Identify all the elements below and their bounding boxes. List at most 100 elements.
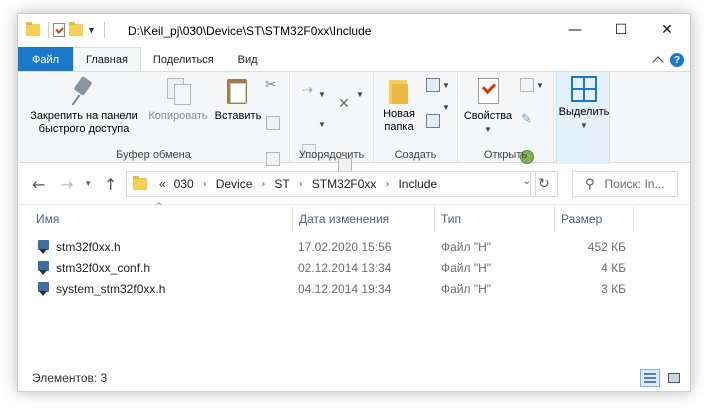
open-icon[interactable]: [520, 78, 534, 92]
collapse-ribbon-icon[interactable]: [652, 56, 664, 68]
search-box[interactable]: ⚲ Поиск: In...: [572, 171, 678, 197]
forward-icon[interactable]: →: [60, 175, 73, 194]
details-view-button[interactable]: [640, 369, 660, 387]
chevron-down-icon[interactable]: ▼: [536, 81, 544, 90]
copy-button[interactable]: Копировать: [144, 76, 212, 123]
file-row[interactable]: system_stm32f0xx.h 04.12.2014 19:34 Файл…: [18, 278, 690, 299]
new-group-label: Создать: [394, 149, 437, 161]
group-clipboard: Закрепить на панели быстрого доступа Коп…: [18, 72, 290, 166]
close-button[interactable]: ✕: [644, 14, 690, 46]
file-date: 02.12.2014 13:34: [298, 260, 392, 275]
chevron-down-icon: ▼: [580, 121, 588, 130]
folder-icon: [133, 176, 147, 190]
new-folder-button[interactable]: Новая папка: [376, 76, 422, 134]
tab-share[interactable]: Поделиться: [141, 47, 226, 72]
separator: [48, 22, 49, 38]
tab-view[interactable]: Вид: [226, 47, 270, 72]
refresh-icon: ↻: [538, 176, 550, 192]
move-to-icon[interactable]: [302, 83, 316, 100]
breadcrumb-item-st[interactable]: ST: [274, 177, 289, 191]
clipboard-group-label: Буфер обмена: [116, 149, 191, 161]
recent-locations-icon[interactable]: ▾: [86, 179, 91, 189]
file-type: Файл "H": [441, 260, 492, 275]
select-label: Выделить: [558, 106, 610, 118]
ribbon: Закрепить на панели быстрого доступа Коп…: [18, 71, 690, 172]
tab-file[interactable]: Файл: [18, 47, 74, 72]
properties-button[interactable]: Свойства ▼: [460, 76, 516, 136]
column-type[interactable]: Тип: [434, 206, 554, 232]
file-name: stm32f0xx.h: [56, 239, 121, 254]
minimize-button[interactable]: —: [552, 14, 598, 46]
up-icon[interactable]: ↑: [104, 175, 117, 194]
copy-icon: [165, 76, 191, 106]
chevron-right-icon[interactable]: ›: [203, 179, 207, 190]
tab-home[interactable]: Главная: [73, 47, 141, 72]
file-type: Файл "H": [441, 281, 492, 296]
select-all-icon: [571, 76, 597, 102]
breadcrumb-item-include[interactable]: Include: [398, 177, 437, 191]
file-size: 4 КБ: [601, 260, 626, 275]
new-folder-label-line1: Новая: [383, 108, 415, 120]
paste-button[interactable]: Вставить: [212, 76, 264, 123]
chevron-down-icon[interactable]: ▼: [318, 90, 326, 99]
address-bar[interactable]: « 030 › Device › ST › STM32F0xx › Includ…: [126, 171, 536, 197]
search-placeholder: Поиск: In...: [604, 177, 665, 191]
edit-icon[interactable]: [520, 112, 534, 128]
chevron-down-icon[interactable]: ▼: [442, 103, 450, 112]
details-view-icon: [644, 373, 656, 383]
properties-label: Свойства: [463, 110, 513, 122]
easy-access-icon[interactable]: [426, 114, 440, 128]
file-date: 17.02.2020 15:56: [298, 239, 392, 254]
explorer-window: ▼ D:\Keil_pj\030\Device\ST\STM32F0xx\Inc…: [17, 13, 691, 392]
file-size: 3 КБ: [601, 281, 626, 296]
chevron-right-icon[interactable]: ›: [261, 179, 265, 190]
back-icon[interactable]: ←: [32, 175, 45, 194]
breadcrumb: « 030 › Device › ST › STM32F0xx › Includ…: [153, 177, 437, 191]
file-row[interactable]: stm32f0xx_conf.h 02.12.2014 13:34 Файл "…: [18, 257, 690, 278]
header-file-icon: [38, 260, 49, 275]
pin-quick-access-button[interactable]: Закрепить на панели быстрого доступа: [24, 76, 144, 136]
chevron-down-icon[interactable]: ▼: [442, 81, 450, 90]
maximize-button[interactable]: ☐: [598, 14, 644, 46]
status-item-count: Элементов: 3: [32, 371, 108, 385]
column-name[interactable]: Имя: [30, 206, 292, 232]
properties-icon: [476, 76, 500, 106]
large-icons-view-button[interactable]: [664, 369, 684, 387]
new-folder-icon[interactable]: [69, 22, 83, 36]
file-type: Файл "H": [441, 239, 492, 254]
breadcrumb-item-device[interactable]: Device: [216, 177, 253, 191]
chevron-right-icon[interactable]: ›: [385, 179, 389, 190]
breadcrumb-item-030[interactable]: 030: [174, 177, 194, 191]
select-button[interactable]: Выделить ▼: [558, 76, 610, 132]
copy-path-icon[interactable]: [266, 116, 280, 130]
file-name-cell: stm32f0xx.h: [38, 236, 121, 257]
window-controls: — ☐ ✕: [552, 14, 690, 46]
separator: [103, 22, 105, 38]
group-organize: ▼ ▼ ▼ Упорядочить: [290, 72, 374, 172]
view-switcher: [636, 369, 684, 387]
navigation-bar: ← → ▾ ↑ « 030 › Device › ST › STM32F0xx …: [18, 163, 690, 205]
window-title: D:\Keil_pj\030\Device\ST\STM32F0xx\Inclu…: [128, 24, 372, 38]
ribbon-controls: ?: [652, 53, 684, 68]
cut-icon[interactable]: [265, 77, 280, 94]
column-date-modified[interactable]: Дата изменения: [292, 206, 434, 232]
properties-icon[interactable]: [53, 23, 65, 37]
help-icon[interactable]: ?: [670, 53, 684, 67]
column-size[interactable]: Размер: [554, 206, 634, 232]
file-size: 452 КБ: [587, 239, 626, 254]
new-item-icon[interactable]: [426, 78, 440, 92]
paste-icon: [225, 76, 251, 106]
ribbon-tabs: Файл Главная Поделиться Вид ?: [18, 47, 690, 72]
breadcrumb-item-stm32f0xx[interactable]: STM32F0xx: [312, 177, 377, 191]
file-row[interactable]: stm32f0xx.h 17.02.2020 15:56 Файл "H" 45…: [18, 236, 690, 257]
header-file-icon: [38, 239, 49, 254]
delete-icon[interactable]: [338, 96, 352, 112]
group-select: Выделить ▼: [556, 72, 610, 164]
customize-toolbar-icon[interactable]: ▼: [87, 25, 96, 35]
chevron-right-icon[interactable]: ›: [299, 179, 303, 190]
refresh-button[interactable]: ↻: [530, 171, 558, 197]
chevron-down-icon[interactable]: ▼: [318, 120, 326, 129]
chevron-down-icon[interactable]: ▼: [356, 90, 364, 99]
breadcrumb-overflow[interactable]: «: [159, 177, 166, 191]
pin-label-line1: Закрепить на панели: [30, 110, 138, 122]
